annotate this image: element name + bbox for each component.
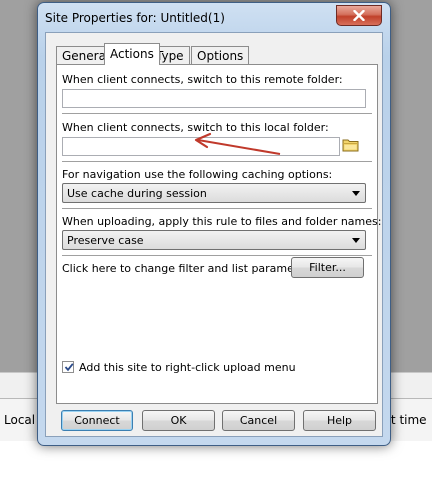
annotation-arrow-icon <box>194 132 281 155</box>
